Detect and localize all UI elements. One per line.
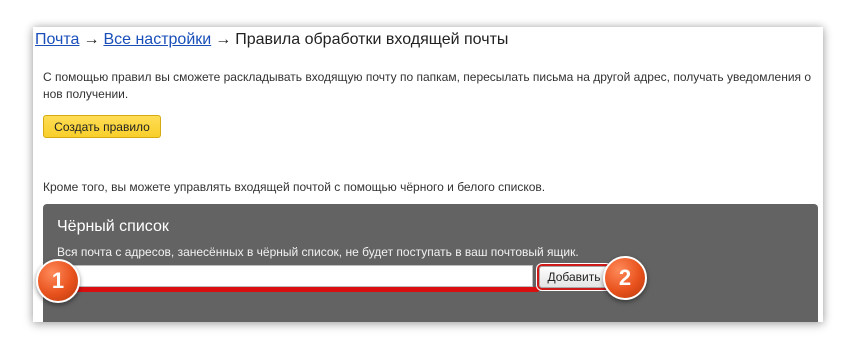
step-1-badge: 1 [36,259,80,303]
breadcrumb-separator: → [215,31,232,48]
blacklist-description: Вся почта с адресов, занесённых в чёрный… [57,245,579,259]
blacklist-title: Чёрный список [57,218,169,235]
breadcrumb-separator: → [83,31,100,48]
breadcrumb: Почта → Все настройки → Правила обработки вх… [35,31,508,49]
blacklist-add-button[interactable]: Добавить [539,266,609,288]
breadcrumb-mail-link[interactable]: Почта [35,31,79,48]
lists-info-text: Кроме того, вы можете управлять входящей… [43,180,546,194]
page-title: Правила обработки входящей почты [235,31,509,48]
blacklist-address-input[interactable] [67,265,533,287]
intro-text: С помощью правил вы сможете раскладывать… [43,70,812,101]
settings-frame: Почта → Все настройки → Правила обработки вх… [33,27,823,322]
step-2-badge: 2 [603,256,647,300]
breadcrumb-all-settings-link[interactable]: Все настройки [103,31,211,48]
blacklist-panel: Чёрный список Вся почта с адресов, занес… [43,204,818,322]
input-highlight-underline [63,287,539,292]
create-rule-button[interactable]: Создать правило [43,115,161,138]
